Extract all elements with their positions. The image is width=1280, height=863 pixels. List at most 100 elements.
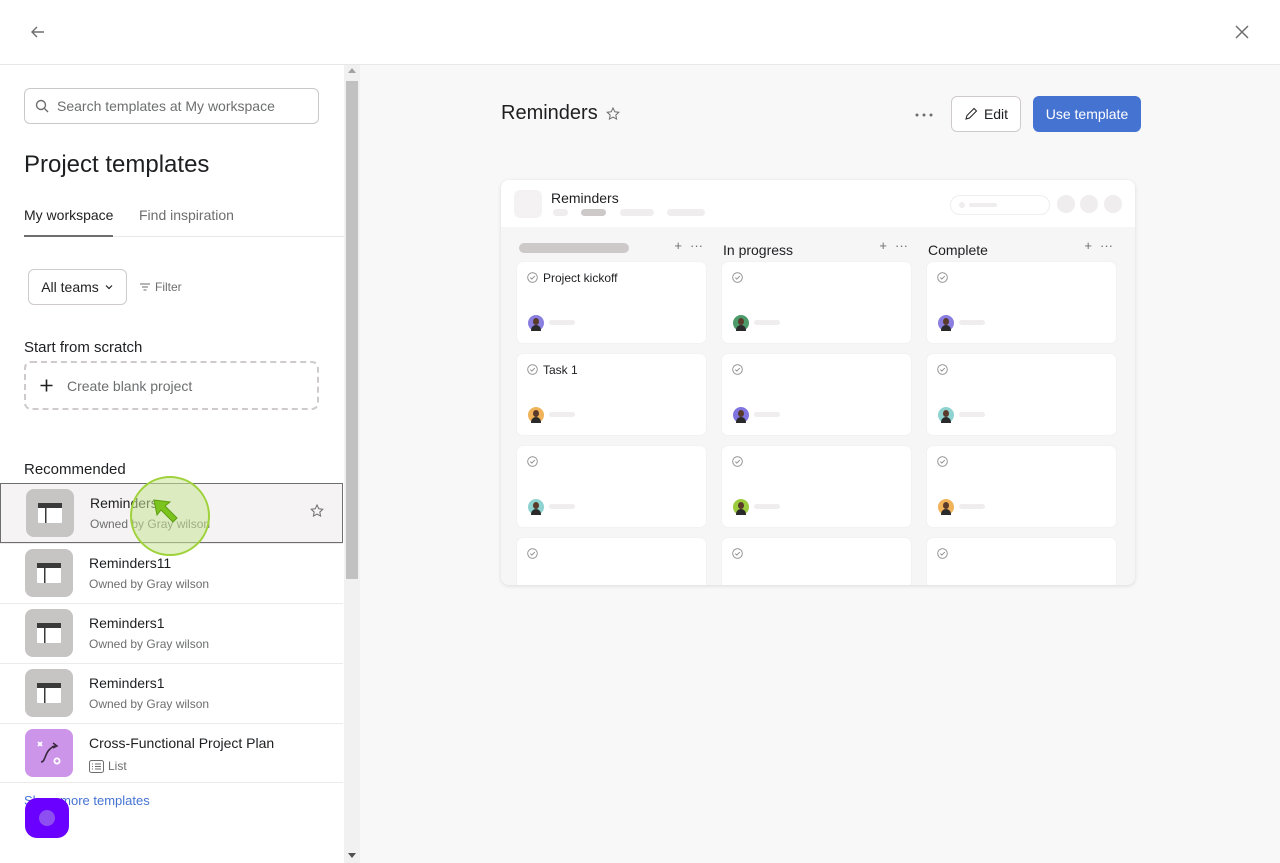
top-bar [0, 0, 1280, 65]
template-item-reminders[interactable]: Reminders Owned by Gray wilson [0, 483, 343, 543]
templates-sidebar: Project templates My workspace Find insp… [0, 65, 344, 863]
task-card [927, 446, 1116, 527]
more-options-button[interactable] [912, 105, 936, 125]
check-circle-icon [732, 272, 743, 283]
column-header: + ··· [517, 238, 707, 262]
template-owner: Owned by Gray wilson [90, 517, 211, 531]
favorite-star-button[interactable] [310, 503, 324, 523]
preview-project-name: Reminders [551, 190, 619, 206]
more-icon [915, 113, 933, 117]
board-icon [25, 549, 73, 597]
check-circle-icon [527, 364, 538, 375]
check-circle-icon [527, 272, 538, 283]
board-icon [25, 669, 73, 717]
nav-placeholder [620, 209, 654, 216]
column-actions: + ··· [1084, 238, 1113, 253]
assignee-avatar [733, 315, 749, 331]
check-circle-icon [937, 548, 948, 559]
template-item-reminders11[interactable]: Reminders11 Owned by Gray wilson [0, 543, 343, 603]
star-icon[interactable] [605, 106, 620, 121]
template-tabs: My workspace Find inspiration [24, 206, 344, 237]
task-card: Task 1 [517, 354, 706, 435]
template-name: Reminders1 [89, 675, 165, 691]
avatar-placeholder [1104, 195, 1122, 213]
search-box[interactable] [24, 88, 319, 124]
task-card [927, 354, 1116, 435]
task-card [517, 538, 706, 585]
sidebar-scrollbar[interactable] [344, 65, 360, 863]
teams-dropdown-value: All teams [41, 279, 99, 295]
board-column: In progress + ··· [722, 238, 912, 585]
board-column: + ··· Project kickoff Task 1 [517, 238, 707, 585]
star-icon [310, 503, 324, 518]
template-owner: Owned by Gray wilson [89, 577, 210, 591]
assignee-avatar [733, 407, 749, 423]
create-blank-project-button[interactable]: Create blank project [24, 361, 319, 410]
assignee-avatar [528, 499, 544, 515]
filter-icon [140, 283, 150, 291]
tab-find-inspiration[interactable]: Find inspiration [139, 206, 234, 237]
plus-icon: + [1084, 238, 1092, 253]
task-card [722, 354, 911, 435]
help-chat-button[interactable] [25, 798, 69, 838]
due-date-placeholder [754, 320, 780, 325]
use-template-button[interactable]: Use template [1033, 96, 1141, 132]
column-header: Complete + ··· [927, 238, 1117, 262]
template-item-reminders1[interactable]: Reminders1 Owned by Gray wilson [0, 603, 343, 663]
plus-icon: + [879, 238, 887, 253]
chevron-down-icon [105, 285, 113, 290]
task-name: Task 1 [543, 363, 578, 377]
nav-placeholder [667, 209, 705, 216]
preview-title: Reminders [501, 102, 598, 124]
nav-placeholder-active [581, 209, 606, 216]
preview-header: Reminders [501, 102, 620, 125]
column-title: Complete [928, 242, 988, 258]
template-item-cross-functional-project-plan[interactable]: Cross-Functional Project Plan List [0, 723, 343, 783]
filter-label: Filter [155, 280, 182, 294]
close-button[interactable] [1230, 20, 1254, 44]
task-card [927, 538, 1116, 585]
more-icon: ··· [690, 238, 703, 253]
back-button[interactable] [26, 20, 50, 44]
assignee-avatar [938, 407, 954, 423]
template-name: Reminders [90, 495, 158, 511]
scroll-up-arrow-icon[interactable] [348, 68, 356, 73]
create-blank-project-label: Create blank project [67, 377, 193, 394]
task-card [722, 446, 911, 527]
avatar-placeholder [1057, 195, 1075, 213]
filter-button[interactable]: Filter [139, 277, 182, 297]
search-placeholder [950, 195, 1050, 215]
column-header: In progress + ··· [722, 238, 912, 262]
project-icon-placeholder [514, 190, 542, 218]
tab-my-workspace[interactable]: My workspace [24, 206, 114, 237]
plus-icon [40, 379, 53, 392]
template-name: Reminders11 [89, 555, 172, 571]
due-date-placeholder [549, 412, 575, 417]
edit-button[interactable]: Edit [951, 96, 1021, 132]
pencil-icon [965, 107, 978, 120]
template-preview-card: Reminders + ··· Project kickoff Task 1 In pr… [501, 180, 1135, 585]
due-date-placeholder [959, 320, 985, 325]
due-date-placeholder [959, 504, 985, 509]
scroll-thumb[interactable] [346, 81, 358, 579]
teams-dropdown[interactable]: All teams [28, 269, 127, 305]
template-list: Reminders Owned by Gray wilson Reminders… [0, 483, 343, 783]
assignee-avatar [528, 315, 544, 331]
search-input[interactable] [57, 98, 307, 114]
check-circle-icon [732, 364, 743, 375]
search-icon [35, 99, 49, 113]
more-icon: ··· [895, 238, 908, 253]
assignee-avatar [528, 407, 544, 423]
column-title-placeholder [519, 243, 629, 253]
template-name: Cross-Functional Project Plan [89, 735, 275, 751]
scroll-down-arrow-icon[interactable] [348, 853, 356, 858]
nav-placeholder [553, 209, 568, 216]
close-icon [1235, 25, 1249, 39]
template-item-reminders1-b[interactable]: Reminders1 Owned by Gray wilson [0, 663, 343, 723]
avatar-placeholder [1080, 195, 1098, 213]
arrow-left-icon [31, 26, 44, 38]
task-card [722, 262, 911, 343]
task-card [927, 262, 1116, 343]
due-date-placeholder [549, 504, 575, 509]
board-column: Complete + ··· [927, 238, 1117, 585]
